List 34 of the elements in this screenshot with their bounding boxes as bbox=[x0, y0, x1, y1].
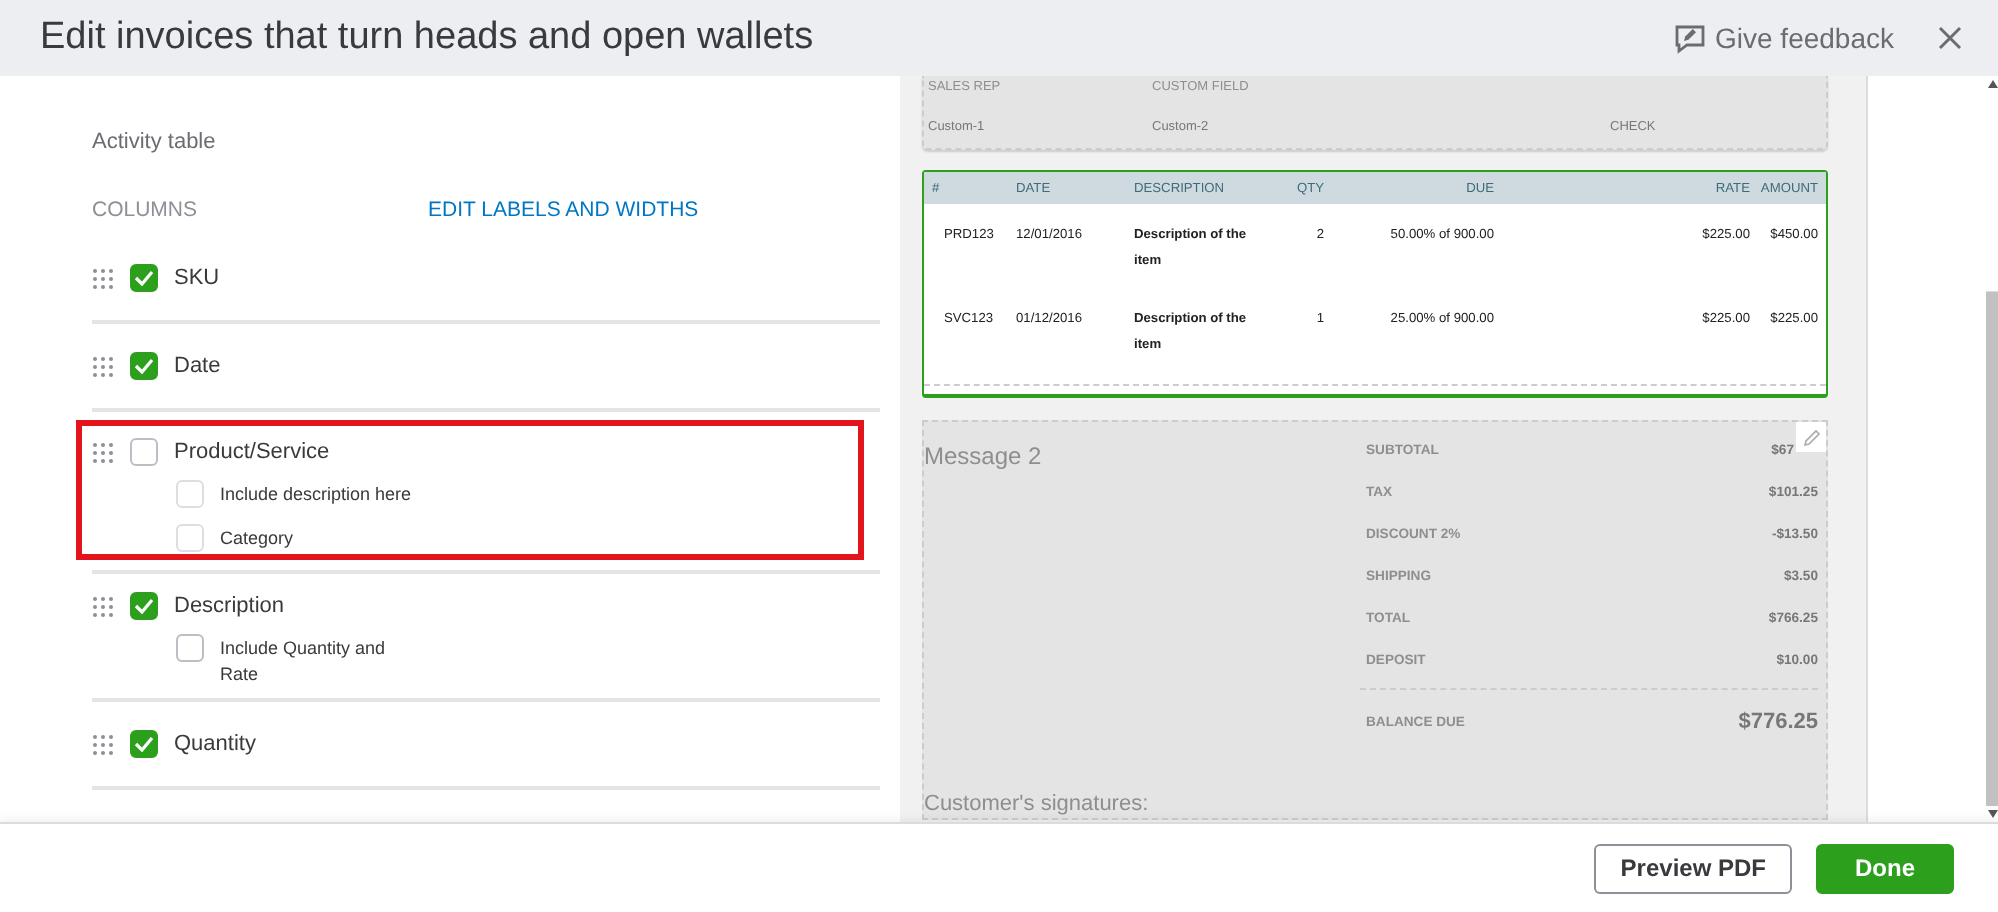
option-label: Include Quantity and Rate bbox=[220, 636, 388, 688]
drag-handle-icon[interactable] bbox=[92, 267, 114, 289]
drag-handle-icon[interactable] bbox=[92, 441, 114, 463]
column-label: SKU bbox=[174, 266, 220, 290]
feedback-icon bbox=[1673, 23, 1705, 53]
scrollbar[interactable] bbox=[1986, 76, 1998, 822]
pencil-icon bbox=[1801, 427, 1821, 447]
window-title: Edit invoices that turn heads and open wallets bbox=[40, 16, 816, 60]
drag-handle-icon[interactable] bbox=[92, 595, 114, 617]
checkbox[interactable] bbox=[130, 438, 158, 466]
column-label: Description bbox=[174, 594, 285, 618]
balance-value: $776.25 bbox=[1738, 710, 1818, 734]
checkbox[interactable] bbox=[176, 634, 204, 662]
checkbox[interactable] bbox=[130, 264, 158, 292]
preview-button[interactable]: Preview PDF bbox=[1594, 843, 1792, 893]
drag-handle-icon[interactable] bbox=[92, 355, 114, 377]
option-label: Category bbox=[220, 526, 294, 552]
signature-label: Customer's signatures: bbox=[924, 792, 1149, 816]
checkbox[interactable] bbox=[130, 730, 158, 758]
column-label: Product/Service bbox=[174, 440, 330, 464]
drag-handle-icon[interactable] bbox=[92, 733, 114, 755]
edit-labels-link[interactable]: EDIT LABELS AND WIDTHS bbox=[428, 198, 699, 222]
edit-button[interactable] bbox=[1796, 422, 1826, 452]
section-title: Activity table bbox=[92, 130, 218, 158]
option-label: Include description here bbox=[220, 482, 412, 508]
column-label: Date bbox=[174, 354, 221, 378]
close-button[interactable] bbox=[1938, 26, 1962, 50]
column-label: Quantity bbox=[174, 732, 256, 756]
checkbox[interactable] bbox=[130, 592, 158, 620]
done-button[interactable]: Done bbox=[1816, 843, 1954, 893]
checkbox[interactable] bbox=[130, 352, 158, 380]
feedback-link[interactable]: Give feedback bbox=[1673, 22, 1894, 54]
message-text: Message 2 bbox=[924, 442, 1044, 470]
columns-heading: COLUMNS bbox=[92, 198, 200, 222]
